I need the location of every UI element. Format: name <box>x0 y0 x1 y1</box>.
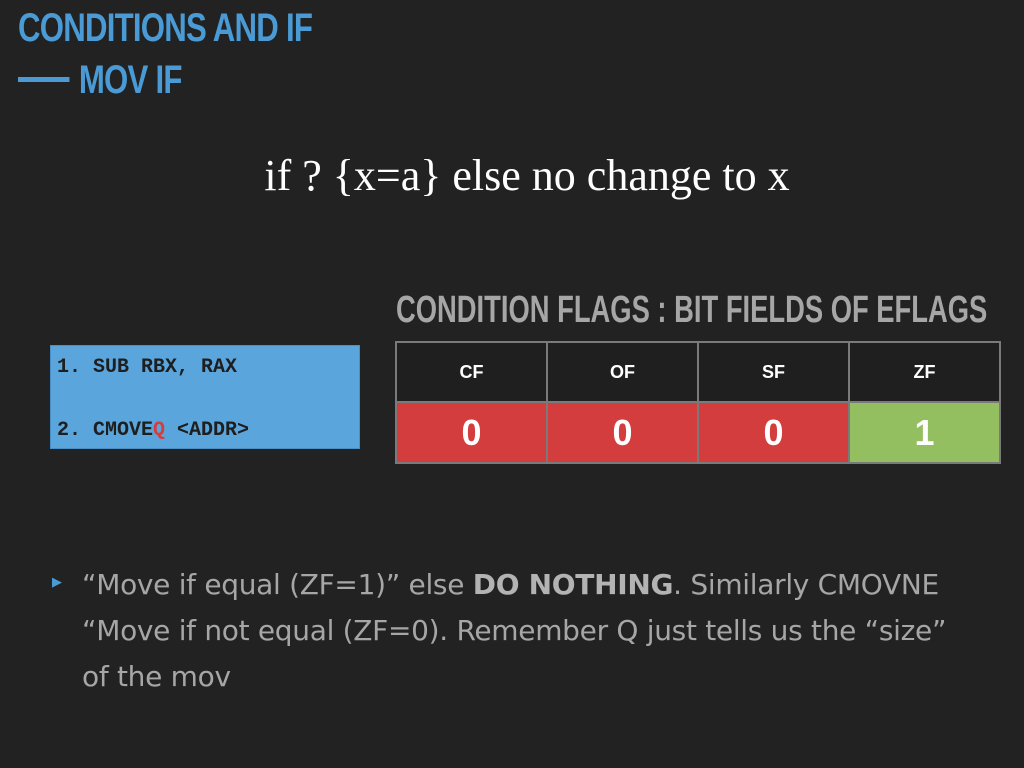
flags-value-row: 0 0 0 1 <box>395 401 1001 464</box>
slide-title-line-1: CONDITIONS AND IF <box>18 6 313 50</box>
flag-header-cf: CF <box>395 341 548 403</box>
title-dash-rule <box>18 76 70 82</box>
flag-value-cf: 0 <box>395 401 548 464</box>
bullet-text-emphasis: DO NOTHING <box>472 568 674 601</box>
code-line-2-instruction: 2. CMOVE <box>57 419 154 442</box>
code-line-2-size-suffix: Q <box>153 419 166 442</box>
slide-title-line-2: MOV IF <box>18 54 312 106</box>
flag-header-sf: SF <box>697 341 850 403</box>
code-line-2-operand: <ADDR> <box>165 419 250 442</box>
flag-value-zf: 1 <box>848 401 1001 464</box>
flags-heading: CONDITION FLAGS : BIT FIELDS OF EFLAGS <box>396 289 988 331</box>
bullet-marker-icon: ▶ <box>52 574 62 589</box>
flag-value-sf: 0 <box>697 401 850 464</box>
headline-text: if ? {x=a} else no change to x <box>264 151 790 200</box>
flag-header-of: OF <box>546 341 699 403</box>
code-line-1: 1. SUB RBX, RAX <box>57 356 238 379</box>
flag-value-of: 0 <box>546 401 699 464</box>
flags-header-row: CF OF SF ZF <box>395 341 1001 403</box>
bullet-text-part-1: “Move if equal (ZF=1)” else <box>82 568 473 601</box>
code-line-2: 2. CMOVEQ <ADDR> <box>57 419 249 442</box>
flag-header-zf: ZF <box>848 341 1001 403</box>
slide-title: CONDITIONS AND IF MOV IF <box>18 2 313 106</box>
slide-subtitle: MOV IF <box>78 58 183 102</box>
code-box: 1. SUB RBX, RAX 2. CMOVEQ <ADDR> <box>50 345 360 449</box>
bullet-text: “Move if equal (ZF=1)” else DO NOTHING. … <box>82 562 962 700</box>
flags-table: CF OF SF ZF 0 0 0 1 <box>395 341 1001 464</box>
